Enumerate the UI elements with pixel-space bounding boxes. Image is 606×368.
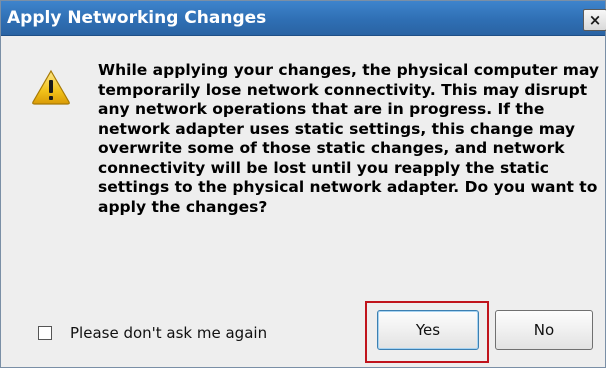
yes-button[interactable]: Yes <box>377 310 479 350</box>
title-bar[interactable]: Apply Networking Changes × <box>1 1 606 36</box>
dialog-title: Apply Networking Changes <box>7 8 267 28</box>
warning-icon <box>32 69 70 105</box>
close-button[interactable]: × <box>583 9 606 31</box>
dont-ask-again-checkbox[interactable] <box>38 326 52 340</box>
no-button[interactable]: No <box>495 310 593 350</box>
apply-networking-changes-dialog: Apply Networking Changes × While applyin… <box>0 0 606 368</box>
close-icon: × <box>588 11 602 29</box>
dont-ask-again-label[interactable]: Please don't ask me again <box>70 324 267 343</box>
warning-message: While applying your changes, the physica… <box>98 61 600 216</box>
